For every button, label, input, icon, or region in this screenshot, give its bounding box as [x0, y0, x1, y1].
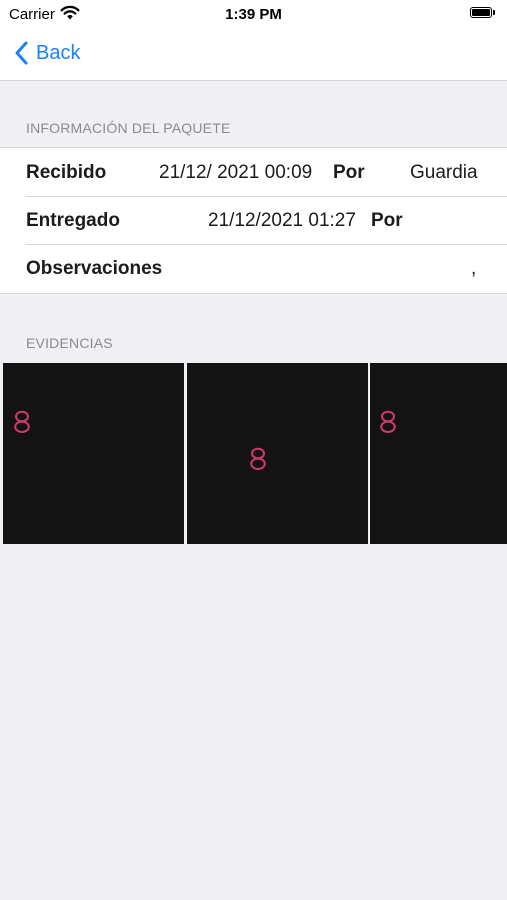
received-by-value: Guardia: [410, 162, 478, 183]
placeholder-eight-icon: [250, 447, 266, 470]
delivered-row: Entregado 21/12/2021 01:27 Por: [0, 196, 507, 244]
battery-icon: [470, 7, 496, 19]
received-label: Recibido: [26, 162, 107, 183]
observations-row: Observaciones ,: [0, 244, 507, 293]
placeholder-eight-icon: [14, 410, 30, 433]
received-by-label: Por: [333, 162, 365, 183]
evidence-image-1[interactable]: [3, 363, 184, 544]
received-datetime: 21/12/ 2021 00:09: [159, 162, 313, 183]
back-button-label: Back: [36, 41, 81, 64]
navigation-header: Carrier 1:39 PM Back: [0, 0, 507, 81]
evidence-image-3[interactable]: [370, 363, 507, 544]
delivered-label: Entregado: [26, 210, 120, 231]
delivered-by-label: Por: [371, 210, 403, 231]
chevron-left-icon: [14, 41, 28, 65]
status-time: 1:39 PM: [225, 6, 282, 23]
observations-label: Observaciones: [26, 258, 163, 279]
observations-value: ,: [471, 258, 477, 279]
evidence-image-2[interactable]: [187, 363, 368, 544]
package-info-group: Recibido 21/12/ 2021 00:09 Por Guardia E…: [0, 147, 507, 294]
received-row: Recibido 21/12/ 2021 00:09 Por Guardia: [0, 148, 507, 196]
evidence-header: EVIDENCIAS: [26, 335, 113, 351]
placeholder-eight-icon: [380, 410, 396, 433]
back-button[interactable]: Back: [14, 38, 80, 68]
package-info-header: INFORMACIÓN DEL PAQUETE: [26, 120, 231, 136]
status-bar: Carrier 1:39 PM: [0, 0, 507, 28]
delivered-datetime: 21/12/2021 01:27: [208, 210, 356, 231]
evidence-gallery[interactable]: [3, 362, 507, 544]
